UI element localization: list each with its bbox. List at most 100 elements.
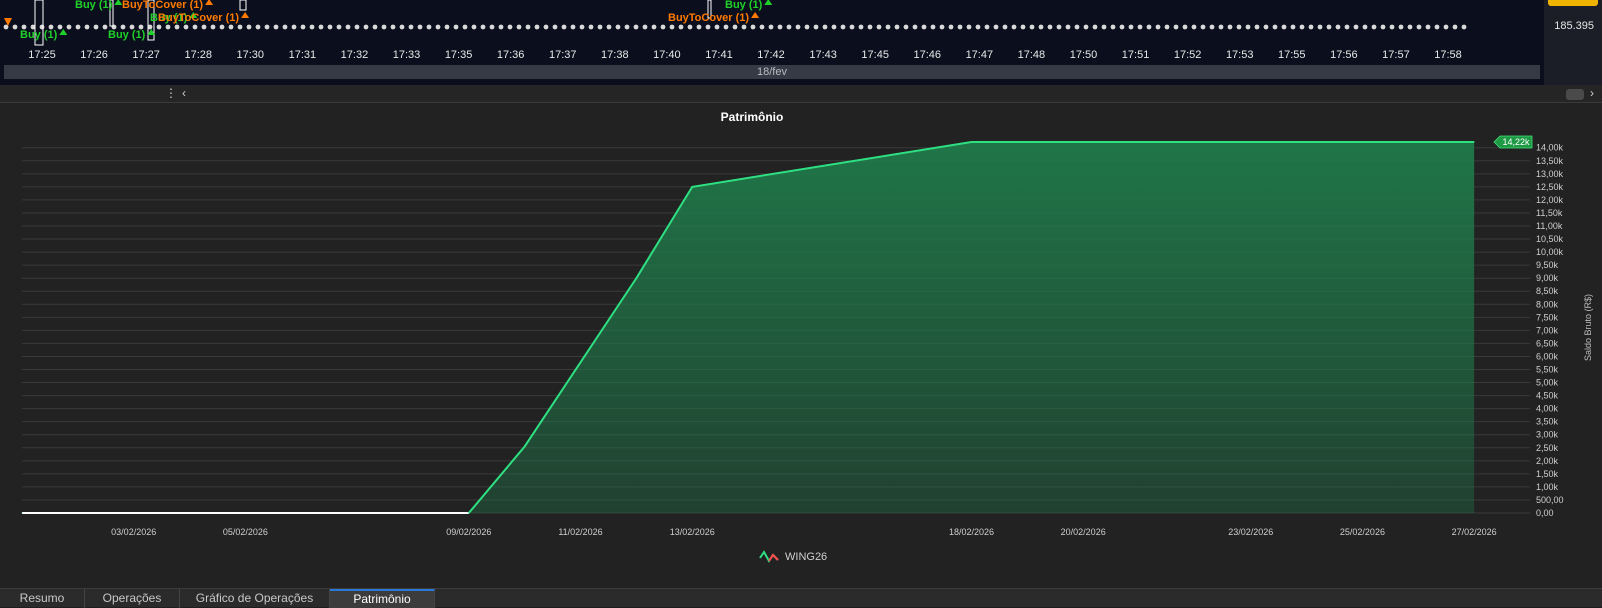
y-tick-label: 1,00k <box>1536 482 1559 492</box>
price-dot <box>408 24 414 30</box>
price-dot <box>588 24 594 30</box>
data-point <box>468 512 470 514</box>
price-dot <box>750 24 756 30</box>
price-dot <box>84 24 90 30</box>
price-dot <box>1065 24 1071 30</box>
x-tick-label: 11/02/2026 <box>558 527 602 537</box>
time-tick-label: 17:56 <box>1330 49 1358 61</box>
price-dot <box>516 24 522 30</box>
tab-resumo[interactable]: Resumo <box>0 589 85 608</box>
time-tick-label: 17:38 <box>601 49 629 61</box>
tab-patrim-nio[interactable]: Patrimônio <box>330 589 435 608</box>
price-dot <box>390 24 396 30</box>
time-tick-label: 17:42 <box>757 49 785 61</box>
price-dot <box>885 24 891 30</box>
y-tick-label: 14,00k <box>1536 143 1564 153</box>
y-tick-label: 8,50k <box>1536 286 1559 296</box>
price-dot <box>192 24 198 30</box>
price-dot <box>1299 24 1305 30</box>
last-price-flag <box>1548 0 1598 6</box>
price-dot <box>165 24 171 30</box>
price-dot <box>1119 24 1125 30</box>
data-point <box>524 445 526 447</box>
data-point <box>1473 141 1475 143</box>
price-dot <box>615 24 621 30</box>
data-point <box>970 141 972 143</box>
price-dot <box>1110 24 1116 30</box>
tab-opera-es[interactable]: Operações <box>85 589 180 608</box>
price-dot <box>1173 24 1179 30</box>
tab-gr-fico-de-opera-es[interactable]: Gráfico de Operações <box>180 589 330 608</box>
price-dot <box>1434 24 1440 30</box>
price-dot <box>948 24 954 30</box>
price-dot <box>327 24 333 30</box>
price-dot <box>606 24 612 30</box>
chart-scroll-row: ⋮ ‹ › <box>0 85 1602 103</box>
price-dot <box>426 24 432 30</box>
price-dot <box>453 24 459 30</box>
price-dot <box>867 24 873 30</box>
date-bar: 18/fev <box>4 65 1540 79</box>
trade-label: Buy (1) <box>75 0 113 11</box>
price-dot <box>921 24 927 30</box>
menu-dots-icon[interactable]: ⋮ <box>165 86 177 100</box>
price-dot <box>444 24 450 30</box>
price-axis: 185.395 <box>1544 0 1602 85</box>
price-dot <box>849 24 855 30</box>
price-dot <box>714 24 720 30</box>
price-dot <box>417 24 423 30</box>
price-dot <box>1317 24 1323 30</box>
price-dot <box>300 24 306 30</box>
operations-chart[interactable]: 17:25 17:26 17:27 17:28 17:30 17:31 17:32 17:33… <box>0 0 1602 85</box>
price-dot <box>381 24 387 30</box>
scroll-thumb[interactable] <box>1566 89 1584 100</box>
time-tick-label: 17:32 <box>341 49 369 61</box>
price-dot <box>831 24 837 30</box>
patrimonio-panel: Patrimônio 0,00 500,00 1,00k 1,50k 2,00k 2,50k… <box>0 103 1602 588</box>
price-dot <box>642 24 648 30</box>
time-tick-label: 17:51 <box>1122 49 1150 61</box>
price-dot <box>345 24 351 30</box>
price-dot <box>651 24 657 30</box>
buy-arrow-icon <box>59 29 68 35</box>
price-dot <box>174 24 180 30</box>
price-dot <box>75 24 81 30</box>
trade-label: BuyToCover (1) <box>158 12 239 24</box>
price-dot <box>489 24 495 30</box>
y-tick-label: 3,50k <box>1536 417 1559 427</box>
time-tick-label: 17:30 <box>237 49 265 61</box>
price-dot <box>858 24 864 30</box>
price-dot <box>723 24 729 30</box>
price-dot <box>768 24 774 30</box>
x-tick-label: 20/02/2026 <box>1061 527 1106 537</box>
price-dot <box>210 24 216 30</box>
price-dot <box>183 24 189 30</box>
trade-label: Buy (1) <box>20 29 58 41</box>
time-tick-label: 17:36 <box>497 49 525 61</box>
time-tick-label: 17:41 <box>705 49 733 61</box>
chevron-left-icon[interactable]: ‹ <box>182 86 186 100</box>
price-dot <box>1056 24 1062 30</box>
price-dot <box>1200 24 1206 30</box>
price-dot <box>57 24 63 30</box>
chevron-right-icon[interactable]: › <box>1590 86 1594 100</box>
price-dot <box>1011 24 1017 30</box>
time-tick-label: 17:31 <box>289 49 317 61</box>
price-dot <box>246 24 252 30</box>
y-tick-label: 9,50k <box>1536 260 1559 270</box>
price-dot <box>579 24 585 30</box>
x-tick-label: 09/02/2026 <box>446 527 491 537</box>
price-dot <box>930 24 936 30</box>
price-dot <box>471 24 477 30</box>
time-tick-label: 17:33 <box>393 49 421 61</box>
price-dot <box>1389 24 1395 30</box>
price-dot <box>1443 24 1449 30</box>
price-dot <box>228 24 234 30</box>
x-tick-label: 13/02/2026 <box>670 527 715 537</box>
buy-arrow-icon <box>764 0 773 5</box>
price-dot <box>12 24 18 30</box>
price-dot <box>1020 24 1026 30</box>
legend-label[interactable]: WING26 <box>785 551 827 563</box>
time-tick-label: 17:46 <box>913 49 941 61</box>
price-dot <box>1209 24 1215 30</box>
